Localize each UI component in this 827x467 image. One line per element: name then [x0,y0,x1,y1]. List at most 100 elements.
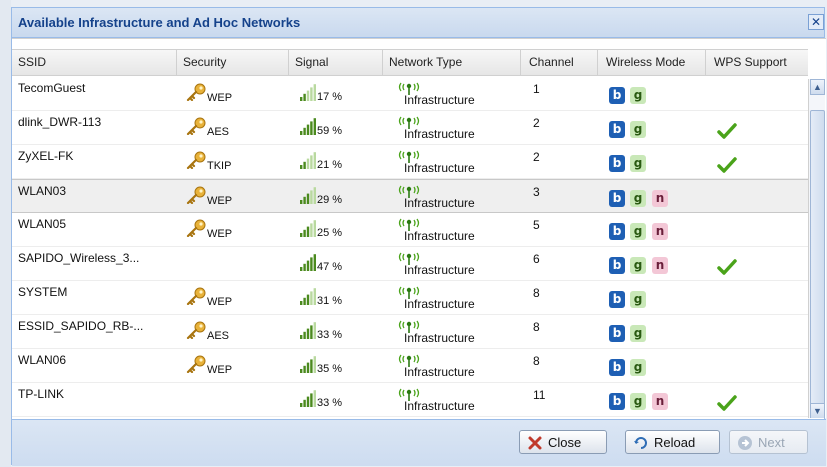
signal-percent: 25 % [317,227,343,239]
wireless-mode-b-badge: b [609,155,625,172]
column-header-wireless-mode[interactable]: Wireless Mode [598,50,706,75]
next-button[interactable]: Next [729,430,808,454]
key-icon [186,287,206,305]
key-icon [186,219,206,237]
wireless-mode-g-badge: g [630,359,646,376]
close-button-label: Close [548,435,582,450]
column-header-signal[interactable]: Signal [289,50,383,75]
column-header-ssid[interactable]: SSID [12,50,177,75]
signal-percent: 33 % [317,329,343,341]
network-type-text: Infrastructure [404,229,475,243]
wireless-mode-b-badge: b [609,359,625,376]
key-icon [186,83,206,101]
signal-percent: 31 % [317,295,343,307]
security-text: AES [207,330,230,342]
network-type-text: Infrastructure [404,263,475,277]
signal-percent: 29 % [317,194,343,206]
key-icon [186,186,206,204]
signal-bars-icon [300,220,316,237]
checkmark-icon [717,123,737,139]
signal-percent: 35 % [317,363,343,375]
table-row[interactable]: WLAN05 WEP 25 % Infrastructure 5 b g n [12,213,808,247]
table-row[interactable]: SAPIDO_Wireless_3... 47 % Infrastructure 6 b… [12,247,808,281]
signal-percent: 59 % [317,125,343,137]
signal-bars-icon [300,390,316,407]
wireless-mode-n-badge: n [652,393,668,410]
scroll-up-icon[interactable]: ▲ [810,79,825,95]
dialog-footer: Close Reload Next [12,419,826,466]
security-text: WEP [207,92,233,104]
table-row[interactable]: TecomGuest WEP 17 % Infrastructure 1 b g [12,77,808,111]
table-row[interactable]: ZyXEL-FK TKIP 21 % Infrastructure 2 b g [12,145,808,179]
signal-bars-icon [300,152,316,169]
next-arrow-icon [738,436,752,450]
reload-button-label: Reload [654,435,696,450]
table-row[interactable]: WLAN03 WEP 29 % Infrastructure 3 b g n [12,179,808,213]
ssid-cell: WLAN06 [18,353,67,367]
security-text: WEP [207,195,233,207]
ssid-cell: dlink_DWR-113 [18,115,102,129]
network-type-text: Infrastructure [404,127,475,141]
ssid-cell: SAPIDO_Wireless_3... [18,251,140,265]
wireless-mode-g-badge: g [630,190,646,207]
wireless-mode-g-badge: g [630,257,646,274]
reload-icon [634,437,647,449]
wireless-mode-b-badge: b [609,325,625,342]
wireless-mode-b-badge: b [609,257,625,274]
key-icon [186,117,206,135]
column-header-network-type[interactable]: Network Type [383,50,521,75]
dialog-close-icon[interactable]: ✕ [808,14,824,30]
wireless-mode-g-badge: g [630,393,646,410]
signal-percent: 21 % [317,159,343,171]
checkmark-icon [717,259,737,275]
ssid-cell: TP-LINK [18,387,65,401]
network-type-text: Infrastructure [404,93,475,107]
wireless-mode-b-badge: b [609,393,625,410]
table-row[interactable]: dlink_DWR-113 AES 59 % Infrastructure 2 b g [12,111,808,145]
ssid-cell: SYSTEM [18,285,68,299]
table-row[interactable]: SYSTEM WEP 31 % Infrastructure 8 b g [12,281,808,315]
network-type-text: Infrastructure [404,196,475,210]
column-header-security[interactable]: Security [177,50,289,75]
vertical-scrollbar[interactable]: ▲ ▼ [808,79,825,418]
table-row[interactable]: ESSID_SAPIDO_RB-... AES 33 % Infrastructure… [12,315,808,349]
table-header: SSID Security Signal Network Type Channe… [12,49,808,76]
table-row[interactable]: TP-LINK 33 % Infrastructure 11 b g n [12,383,808,417]
scroll-down-icon[interactable]: ▼ [810,403,825,418]
signal-bars-icon [300,322,316,339]
signal-bars-icon [300,187,316,204]
wireless-mode-g-badge: g [630,87,646,104]
wireless-mode-n-badge: n [652,223,668,240]
security-text: WEP [207,364,233,376]
wireless-mode-g-badge: g [630,291,646,308]
table-row[interactable]: WLAN06 WEP 35 % Infrastructure 8 b g [12,349,808,383]
network-type-text: Infrastructure [404,297,475,311]
column-header-wps-support[interactable]: WPS Support [706,50,808,75]
wireless-mode-b-badge: b [609,87,625,104]
wireless-mode-n-badge: n [652,190,668,207]
wireless-mode-g-badge: g [630,121,646,138]
channel-cell: 11 [533,388,546,402]
signal-bars-icon [300,356,316,373]
scrollbar-thumb[interactable] [810,110,825,411]
wireless-mode-b-badge: b [609,223,625,240]
reload-button[interactable]: Reload [625,430,720,454]
signal-bars-icon [300,288,316,305]
key-icon [186,355,206,373]
security-text: AES [207,126,230,138]
column-header-channel[interactable]: Channel [521,50,598,75]
close-button[interactable]: Close [519,430,607,454]
wireless-mode-g-badge: g [630,155,646,172]
wireless-mode-b-badge: b [609,190,625,207]
ssid-cell: TecomGuest [18,81,86,95]
signal-bars-icon [300,84,316,101]
dialog-titlebar: Available Infrastructure and Ad Hoc Netw… [12,8,824,38]
security-text: TKIP [207,160,232,172]
network-type-text: Infrastructure [404,399,475,413]
wireless-mode-b-badge: b [609,121,625,138]
wireless-mode-g-badge: g [630,223,646,240]
key-icon [186,321,206,339]
wireless-mode-n-badge: n [652,257,668,274]
ssid-cell: ESSID_SAPIDO_RB-... [18,319,144,333]
close-x-icon [528,436,542,450]
